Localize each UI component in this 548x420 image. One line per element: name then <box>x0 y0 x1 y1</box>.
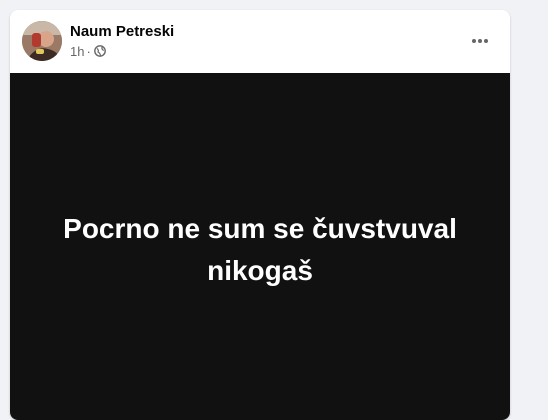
more-options-icon <box>472 39 488 43</box>
globe-icon[interactable] <box>93 45 106 57</box>
meta-separator: · <box>86 43 91 59</box>
author-avatar[interactable] <box>22 21 62 61</box>
post-card: Naum Petreski 1h · Pocrno ne sum se čuvs… <box>10 10 510 420</box>
post-image-text: Pocrno ne sum se čuvstvuval nikogaš <box>63 213 457 286</box>
author-name[interactable]: Naum Petreski <box>70 23 174 40</box>
avatar-image <box>22 21 62 61</box>
more-options-button[interactable] <box>465 26 495 56</box>
post-meta: 1h · <box>70 43 106 59</box>
post-image[interactable]: Pocrno ne sum se čuvstvuval nikogaš <box>10 73 510 420</box>
post-header: Naum Petreski 1h · <box>10 10 510 73</box>
post-timestamp[interactable]: 1h <box>70 44 84 59</box>
